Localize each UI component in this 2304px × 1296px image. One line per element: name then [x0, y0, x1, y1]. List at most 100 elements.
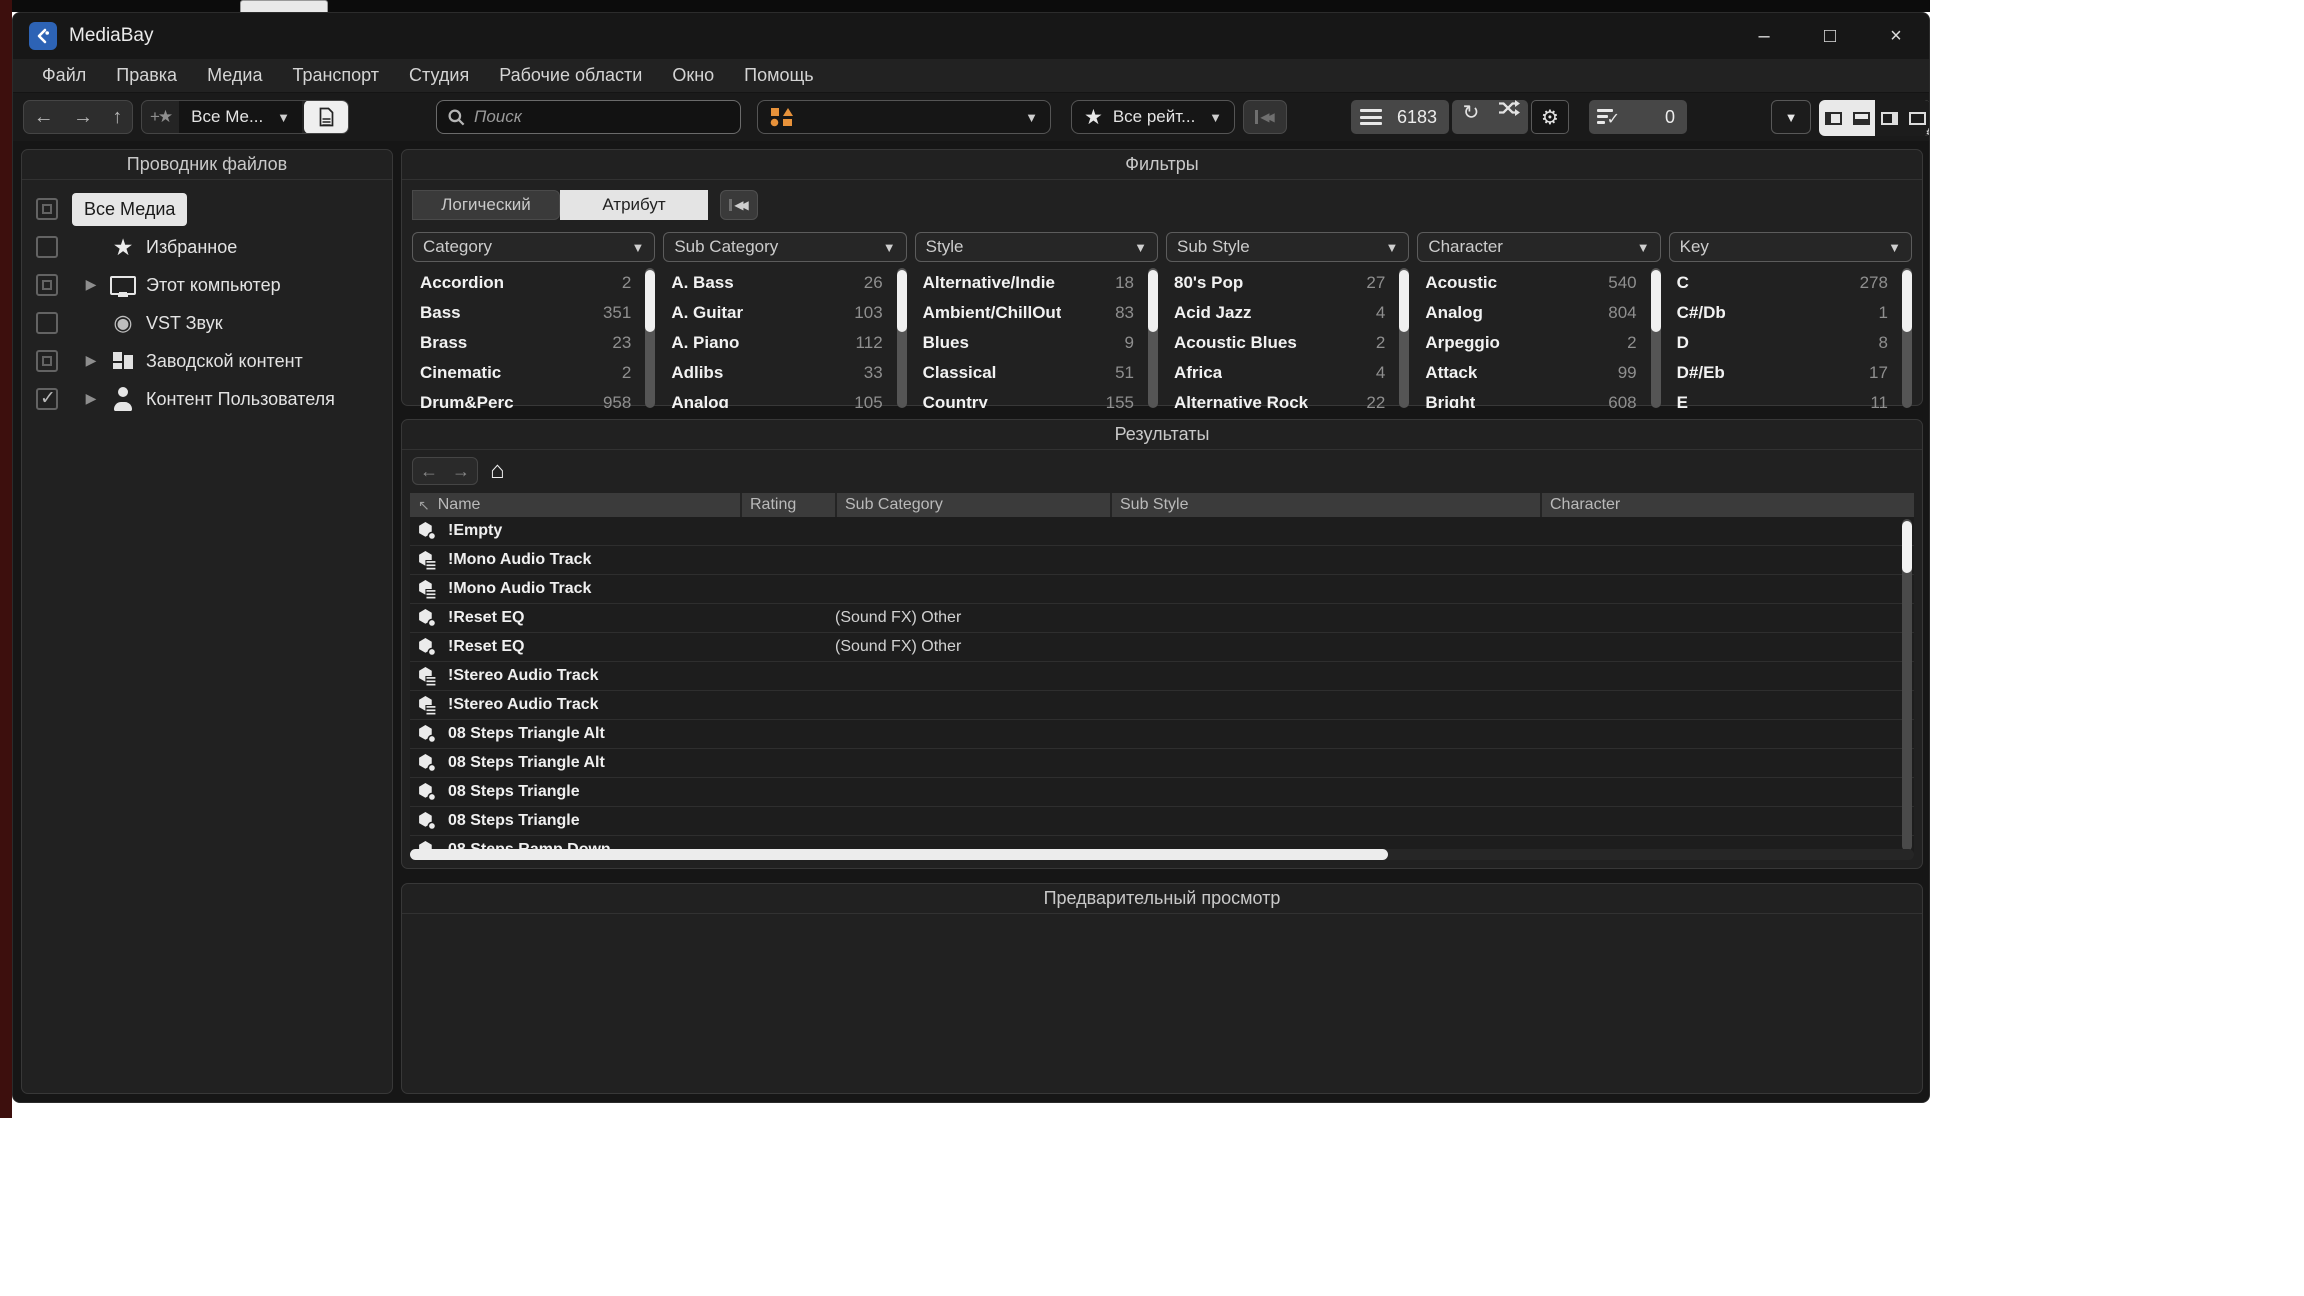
menu-item[interactable]: Медиа	[192, 65, 277, 86]
tree-item[interactable]: ▶ VST Звук	[22, 304, 392, 342]
filter-column-scrollbar[interactable]	[645, 268, 655, 408]
filter-column-scrollbar[interactable]	[1902, 268, 1912, 408]
menu-item[interactable]: Окно	[657, 65, 729, 86]
shuffle-button[interactable]	[1490, 100, 1528, 134]
tree-item-checkbox[interactable]	[36, 350, 58, 372]
back-button[interactable]: ←	[34, 106, 54, 129]
up-button[interactable]: ↑	[112, 106, 122, 129]
filter-value-row[interactable]: A. Guitar 103	[663, 298, 892, 328]
minimize-button[interactable]: –	[1731, 13, 1797, 59]
media-types-select[interactable]: ▼	[757, 100, 1051, 134]
tree-item-checkbox[interactable]	[36, 198, 58, 220]
filter-value-row[interactable]: 80's Pop 27	[1166, 268, 1395, 298]
filter-value-row[interactable]: A. Bass 26	[663, 268, 892, 298]
result-row[interactable]: !Stereo Audio Track	[410, 691, 1914, 720]
tree-item[interactable]: ▶ Все Медиа	[22, 190, 392, 228]
results-vertical-scrollbar[interactable]	[1902, 519, 1912, 851]
results-forward-button[interactable]: →	[445, 458, 477, 484]
filter-value-row[interactable]: C 278	[1669, 268, 1898, 298]
toggle-left-pane-button[interactable]	[1819, 100, 1847, 136]
filter-value-row[interactable]: Brass 23	[412, 328, 641, 358]
close-button[interactable]: ×	[1863, 13, 1929, 59]
reset-attribute-filter-button[interactable]: ◀◀	[720, 190, 758, 220]
filter-column-select[interactable]: Category ▼	[412, 232, 655, 262]
expand-arrow-icon[interactable]: ▶	[86, 390, 97, 406]
result-row[interactable]: !Reset EQ (Sound FX) Other	[410, 633, 1914, 662]
column-header-character[interactable]: Character	[1540, 493, 1914, 517]
result-row[interactable]: !Mono Audio Track	[410, 546, 1914, 575]
tree-item-checkbox[interactable]	[36, 388, 58, 410]
tree-item[interactable]: ▶ Этот компьютер	[22, 266, 392, 304]
filter-value-row[interactable]: Analog 804	[1417, 298, 1646, 328]
menu-item[interactable]: Файл	[27, 65, 101, 86]
filter-value-row[interactable]: Accordion 2	[412, 268, 641, 298]
result-row[interactable]: 08 Steps Triangle Alt	[410, 720, 1914, 749]
filter-value-row[interactable]: E 11	[1669, 388, 1898, 408]
filter-value-row[interactable]: Drum&Perc 958	[412, 388, 641, 408]
column-header-sub-style[interactable]: Sub Style	[1110, 493, 1540, 517]
tree-item-checkbox[interactable]	[36, 236, 58, 258]
result-row[interactable]: 08 Steps Triangle	[410, 807, 1914, 836]
expand-arrow-icon[interactable]: ▶	[86, 352, 97, 368]
filter-value-row[interactable]: Africa 4	[1166, 358, 1395, 388]
column-header-sub-category[interactable]: Sub Category	[835, 493, 1110, 517]
expand-arrow-icon[interactable]: ▶	[86, 276, 97, 292]
filter-column-select[interactable]: Sub Style ▼	[1166, 232, 1409, 262]
result-row[interactable]: !Mono Audio Track	[410, 575, 1914, 604]
results-back-button[interactable]: ←	[413, 458, 445, 484]
filter-value-row[interactable]: Attack 99	[1417, 358, 1646, 388]
reset-filter-button[interactable]: ◀◀	[1243, 100, 1287, 134]
forward-button[interactable]: →	[73, 106, 93, 129]
toggle-right-pane-button[interactable]	[1875, 100, 1903, 136]
filter-value-row[interactable]: Acid Jazz 4	[1166, 298, 1395, 328]
filter-value-row[interactable]: Country 155	[915, 388, 1144, 408]
filter-tab[interactable]: Логический	[412, 190, 560, 220]
filter-value-row[interactable]: Adlibs 33	[663, 358, 892, 388]
result-row[interactable]: 08 Steps Triangle	[410, 778, 1914, 807]
filter-column-select[interactable]: Key ▼	[1669, 232, 1912, 262]
tree-item[interactable]: ▶ Контент Пользователя	[22, 380, 392, 418]
tree-item[interactable]: ▶ Избранное	[22, 228, 392, 266]
filter-column-select[interactable]: Character ▼	[1417, 232, 1660, 262]
result-row[interactable]: !Stereo Audio Track	[410, 662, 1914, 691]
pane-setup-button[interactable]: ⚙	[1903, 100, 1930, 136]
filter-value-row[interactable]: Cinematic 2	[412, 358, 641, 388]
home-icon[interactable]: ⌂	[490, 460, 505, 482]
tree-item[interactable]: ▶ Заводской контент	[22, 342, 392, 380]
file-browser-toggle-button[interactable]	[304, 100, 348, 134]
filter-column-scrollbar[interactable]	[897, 268, 907, 408]
filter-column-scrollbar[interactable]	[1399, 268, 1409, 408]
tree-item-checkbox[interactable]	[36, 312, 58, 334]
filter-value-row[interactable]: D#/Eb 17	[1669, 358, 1898, 388]
filter-column-select[interactable]: Sub Category ▼	[663, 232, 906, 262]
filter-value-row[interactable]: C#/Db 1	[1669, 298, 1898, 328]
filter-value-row[interactable]: Acoustic 540	[1417, 268, 1646, 298]
mediabay-settings-button[interactable]: ⚙	[1531, 100, 1569, 134]
toggle-bottom-pane-button[interactable]	[1847, 100, 1875, 136]
result-row[interactable]: !Reset EQ (Sound FX) Other	[410, 604, 1914, 633]
filter-tab[interactable]: Атрибут	[560, 190, 708, 220]
filter-value-row[interactable]: Acoustic Blues 2	[1166, 328, 1395, 358]
filter-value-row[interactable]: Alternative/Indie 18	[915, 268, 1144, 298]
results-horizontal-scrollbar[interactable]	[410, 849, 1914, 860]
rating-filter-select[interactable]: ★ Все рейт... ▼	[1071, 100, 1235, 134]
filter-value-row[interactable]: Analog 105	[663, 388, 892, 408]
window-layout-dropdown-button[interactable]: ▼	[1771, 100, 1811, 134]
menu-item[interactable]: Студия	[394, 65, 484, 86]
filter-value-row[interactable]: Alternative Rock 22	[1166, 388, 1395, 408]
preset-scope-select[interactable]: Все Ме... ▼	[179, 101, 302, 133]
filter-value-row[interactable]: D 8	[1669, 328, 1898, 358]
menu-item[interactable]: Транспорт	[277, 65, 394, 86]
column-header-name[interactable]: ↖ Name	[410, 493, 740, 517]
menu-item[interactable]: Рабочие области	[484, 65, 657, 86]
tree-item-checkbox[interactable]	[36, 274, 58, 296]
filter-column-scrollbar[interactable]	[1148, 268, 1158, 408]
result-row[interactable]: 08 Steps Triangle Alt	[410, 749, 1914, 778]
refresh-button[interactable]: ↻	[1452, 100, 1490, 134]
filter-value-row[interactable]: A. Piano 112	[663, 328, 892, 358]
filter-column-select[interactable]: Style ▼	[915, 232, 1158, 262]
menu-item[interactable]: Правка	[101, 65, 192, 86]
menu-item[interactable]: Помощь	[729, 65, 829, 86]
filter-value-row[interactable]: Bright 608	[1417, 388, 1646, 408]
search-input[interactable]: Поиск	[436, 100, 741, 134]
